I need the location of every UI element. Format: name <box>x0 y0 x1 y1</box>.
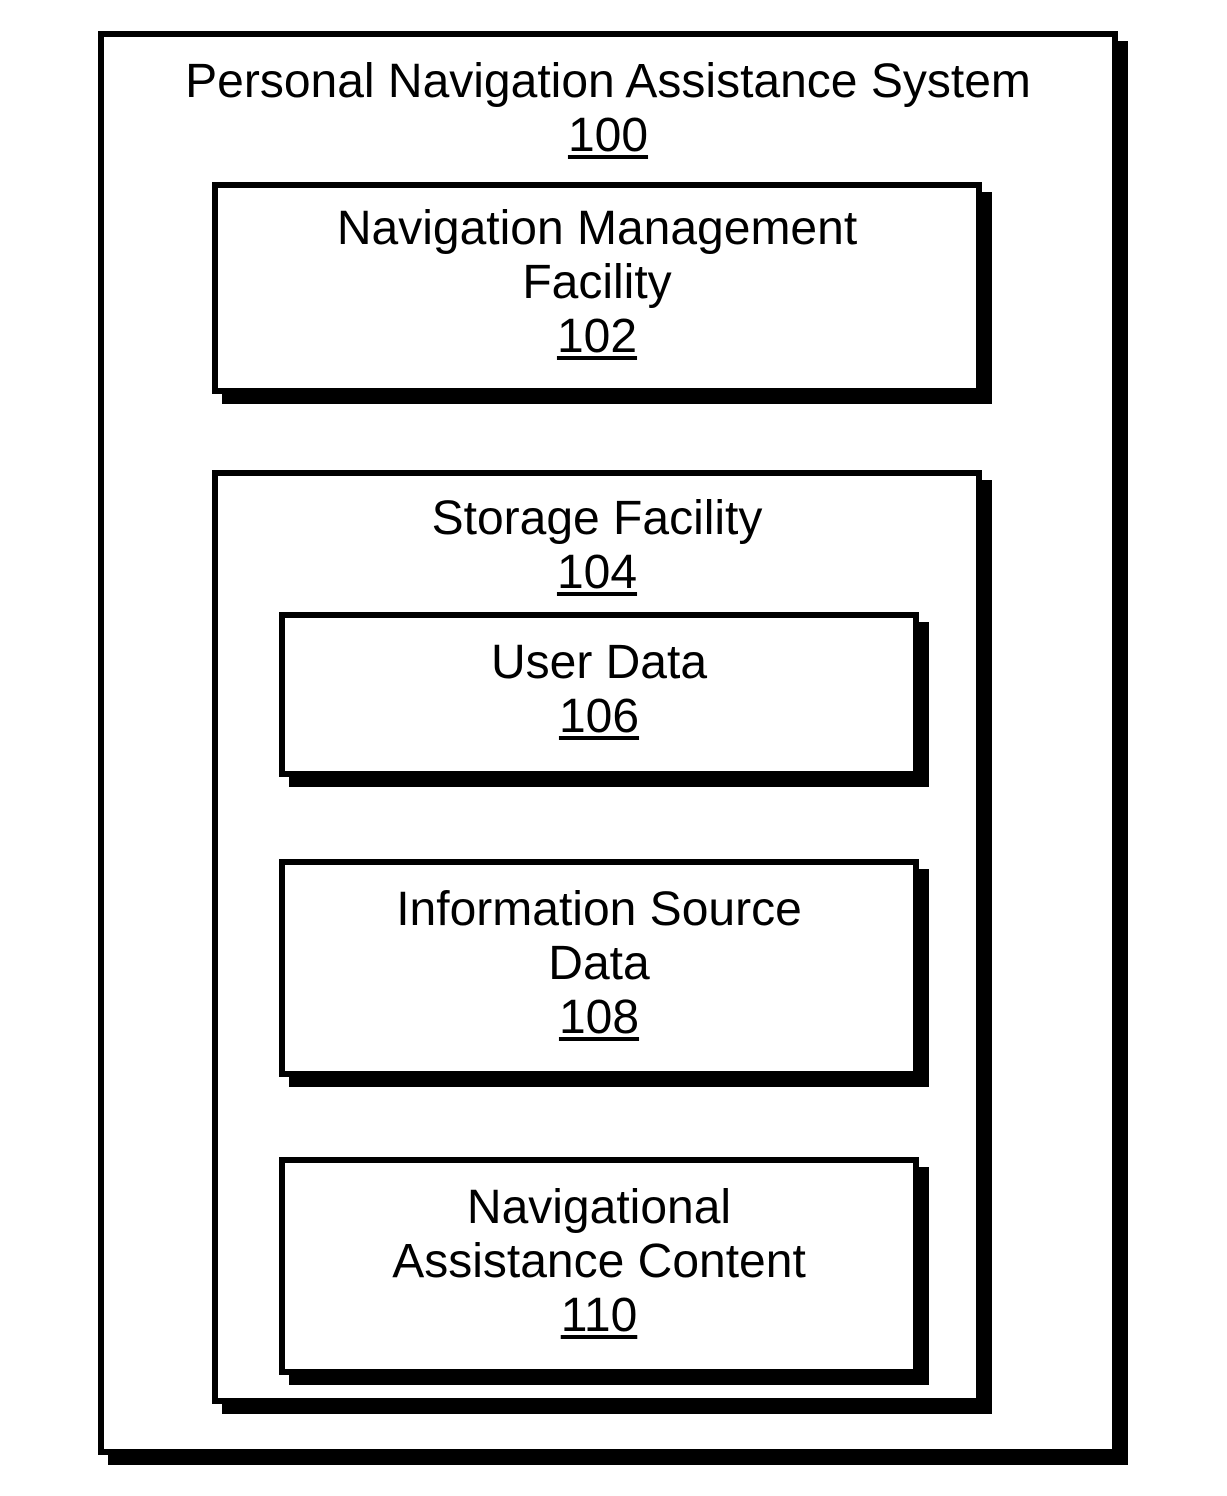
outer-title: Personal Navigation Assistance System <box>185 55 1031 109</box>
navassist-label: Navigational Assistance Content 110 <box>285 1181 913 1342</box>
infosource-label: Information Source Data 108 <box>285 883 913 1044</box>
userdata-number: 106 <box>559 690 639 744</box>
storage-number: 104 <box>557 546 637 600</box>
userdata-label: User Data 106 <box>285 636 913 744</box>
navmgmt-number: 102 <box>557 310 637 364</box>
navmgmt-box: Navigation Management Facility 102 <box>212 182 982 394</box>
infosource-title-line2: Data <box>548 937 649 991</box>
navassist-title-line1: Navigational <box>467 1181 731 1235</box>
navmgmt-label: Navigation Management Facility 102 <box>218 202 976 363</box>
userdata-title: User Data <box>491 636 707 690</box>
diagram-canvas: Personal Navigation Assistance System 10… <box>0 0 1227 1496</box>
outer-number: 100 <box>568 109 648 163</box>
userdata-box: User Data 106 <box>279 612 919 777</box>
navassist-title-line2: Assistance Content <box>392 1235 806 1289</box>
storage-title: Storage Facility <box>432 492 763 546</box>
navassist-number: 110 <box>561 1289 638 1343</box>
storage-label: Storage Facility 104 <box>218 492 976 600</box>
navassist-box: Navigational Assistance Content 110 <box>279 1157 919 1375</box>
infosource-number: 108 <box>559 991 639 1045</box>
infosource-title-line1: Information Source <box>396 883 802 937</box>
outer-box-label: Personal Navigation Assistance System 10… <box>104 55 1112 163</box>
navmgmt-title-line1: Navigation Management <box>337 202 857 256</box>
navmgmt-title-line2: Facility <box>522 256 671 310</box>
infosource-box: Information Source Data 108 <box>279 859 919 1077</box>
